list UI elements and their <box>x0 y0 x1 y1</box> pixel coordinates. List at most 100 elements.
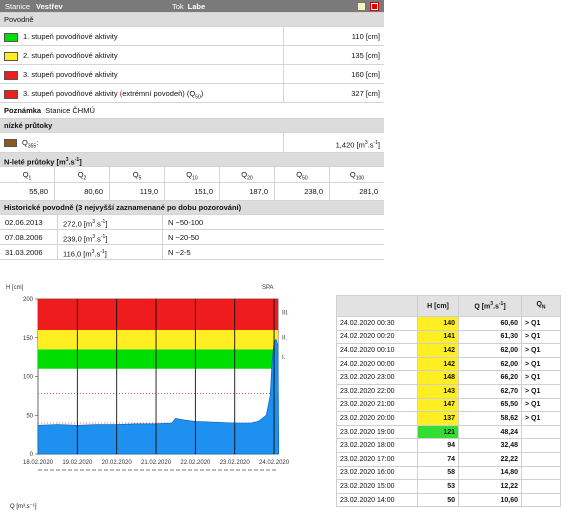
obs-level: 53 <box>417 479 459 494</box>
x-tick-label: 22.02.2020 <box>180 460 211 466</box>
obs-flow: 48,24 <box>458 424 522 440</box>
historic-row: 07.08.2006 239,0 [m3.s-1] N −20-50 <box>0 230 384 245</box>
obs-column-header: H [cm] <box>417 295 459 317</box>
nlet-column-header: Q1 <box>0 167 55 182</box>
level-color-swatch <box>4 32 18 42</box>
obs-flow: 62,00 <box>458 356 522 372</box>
obs-level: 143 <box>417 383 459 399</box>
nlet-values: 55,80 80,60 119,0 151,0 187,0 238,0 281,0 <box>0 183 384 201</box>
y-axis-label: H [cm] <box>6 285 24 291</box>
obs-column-header: Q [m3.s-1] <box>458 295 522 317</box>
observation-row: 23.02.2020 22:00 143 62,70 > Q1 <box>336 383 561 399</box>
obs-time: 23.02.2020 14:00 <box>336 492 418 508</box>
level-value: 160 [cm] <box>351 70 380 79</box>
observation-row: 23.02.2020 23:00 148 66,20 > Q1 <box>336 370 561 385</box>
low-flow-label: Q355: <box>22 138 39 150</box>
spreadsheet-icon[interactable] <box>357 2 366 11</box>
obs-qn <box>521 424 561 440</box>
historic-flow: 239,0 [m3.s-1] <box>58 230 163 244</box>
low-flow-row: Q355: 1,420 [m3.s-1] <box>0 133 384 153</box>
obs-qn: > Q1 <box>521 316 561 331</box>
obs-qn <box>521 479 561 494</box>
historic-flow: 272,0 [m3.s-1] <box>58 215 163 229</box>
level-label: 3. stupeň povodňové aktivity <box>23 89 118 98</box>
historic-return-period: N −50-100 <box>168 218 204 227</box>
obs-time: 23.02.2020 19:00 <box>336 424 418 440</box>
obs-level: 142 <box>417 343 459 358</box>
x-tick-label: 18.02.2020 <box>23 460 54 466</box>
obs-qn: > Q1 <box>521 411 561 426</box>
obs-qn: > Q1 <box>521 329 561 345</box>
water-level-svg: I. II. III. 0 50 100 150 200 18.02.2020 19.02.202… <box>6 285 290 471</box>
low-flow-swatch <box>4 139 17 148</box>
obs-level: 58 <box>417 465 459 481</box>
level-label: 2. stupeň povodňové aktivity <box>23 51 118 60</box>
observation-row: 23.02.2020 19:00 121 48,24 <box>336 424 561 440</box>
note-text: Stanice ČHMÚ <box>45 106 95 115</box>
observation-row: 24.02.2020 00:30 140 60,60 > Q1 <box>336 316 561 331</box>
historic-return-period: N −2-5 <box>168 248 191 257</box>
obs-time: 24.02.2020 00:30 <box>336 316 418 331</box>
level-label: 1. stupeň povodňové aktivity <box>23 32 118 41</box>
zone-label: III. <box>282 311 289 317</box>
observation-row: 23.02.2020 20:00 137 58,62 > Q1 <box>336 411 561 426</box>
observation-row: 23.02.2020 16:00 58 14,80 <box>336 465 561 481</box>
obs-time: 23.02.2020 23:00 <box>336 370 418 385</box>
historic-date: 07.08.2006 <box>0 230 58 244</box>
observation-row: 23.02.2020 15:00 53 12,22 <box>336 479 561 494</box>
obs-time: 23.02.2020 20:00 <box>336 411 418 426</box>
level-value: 135 [cm] <box>351 51 380 60</box>
obs-flow: 61,30 <box>458 329 522 345</box>
nlet-title: N-leté průtoky [m3.s-1] <box>0 153 384 167</box>
obs-qn: > Q1 <box>521 356 561 372</box>
pdf-icon[interactable] <box>370 2 379 11</box>
obs-flow: 60,60 <box>458 316 522 331</box>
obs-level: 74 <box>417 451 459 467</box>
flood-zone-band <box>38 299 278 330</box>
obs-column-header: QN <box>521 295 561 317</box>
obs-level: 148 <box>417 370 459 385</box>
obs-time: 23.02.2020 17:00 <box>336 451 418 467</box>
q-axis-label: Q [m³.s⁻¹] <box>10 504 37 510</box>
observation-row: 23.02.2020 17:00 74 22,22 <box>336 451 561 467</box>
nlet-value: 238,0 <box>275 183 330 200</box>
nlet-header: Q1 Q2 Q5 Q10 Q20 Q50 Q100 <box>0 167 384 183</box>
river-name: Labe <box>187 2 206 11</box>
nlet-value: 187,0 <box>220 183 275 200</box>
nlet-value: 119,0 <box>110 183 165 200</box>
obs-flow: 66,20 <box>458 370 522 385</box>
flood-zone-band <box>38 330 278 350</box>
zone-label: I. <box>282 355 286 361</box>
obs-level: 94 <box>417 438 459 453</box>
nlet-value: 281,0 <box>359 187 378 196</box>
flood-section-title: Povodně <box>0 13 384 27</box>
obs-time: 23.02.2020 16:00 <box>336 465 418 481</box>
flood-zone-band <box>38 349 278 369</box>
obs-qn: > Q1 <box>521 343 561 358</box>
y-tick-label: 100 <box>23 375 34 381</box>
nlet-column-header: Q2 <box>55 167 110 182</box>
historic-return-period: N −20-50 <box>168 233 200 242</box>
observation-row: 23.02.2020 21:00 147 65,50 > Q1 <box>336 397 561 413</box>
obs-qn <box>521 451 561 467</box>
obs-time: 23.02.2020 22:00 <box>336 383 418 399</box>
observations-table: H [cm] Q [m3.s-1] QN 24.02.2020 00:30 140 60… <box>336 295 561 508</box>
extreme-flood-note: (extrémní povodeň) (Q50) <box>117 89 204 101</box>
obs-qn: > Q1 <box>521 397 561 413</box>
station-label: Stanice <box>5 2 31 11</box>
x-tick-label: 21.02.2020 <box>141 460 172 466</box>
nlet-value: 55,80 <box>0 183 55 200</box>
level-color-swatch <box>4 51 18 61</box>
historic-title: Historické povodně (3 nejvyšší zaznamena… <box>0 201 384 215</box>
historic-date: 02.06.2013 <box>0 215 58 229</box>
level-color-swatch <box>4 70 18 80</box>
nlet-column-header: Q10 <box>165 167 220 182</box>
obs-flow: 58,62 <box>458 411 522 426</box>
obs-time: 23.02.2020 21:00 <box>336 397 418 413</box>
observation-row: 24.02.2020 00:10 142 62,00 > Q1 <box>336 343 561 358</box>
x-tick-label: 20.02.2020 <box>102 460 133 466</box>
chart-corner-label: SPA <box>262 285 274 291</box>
obs-flow: 12,22 <box>458 479 522 494</box>
level-value: 327 [cm] <box>351 89 380 98</box>
obs-time: 24.02.2020 00:10 <box>336 343 418 358</box>
